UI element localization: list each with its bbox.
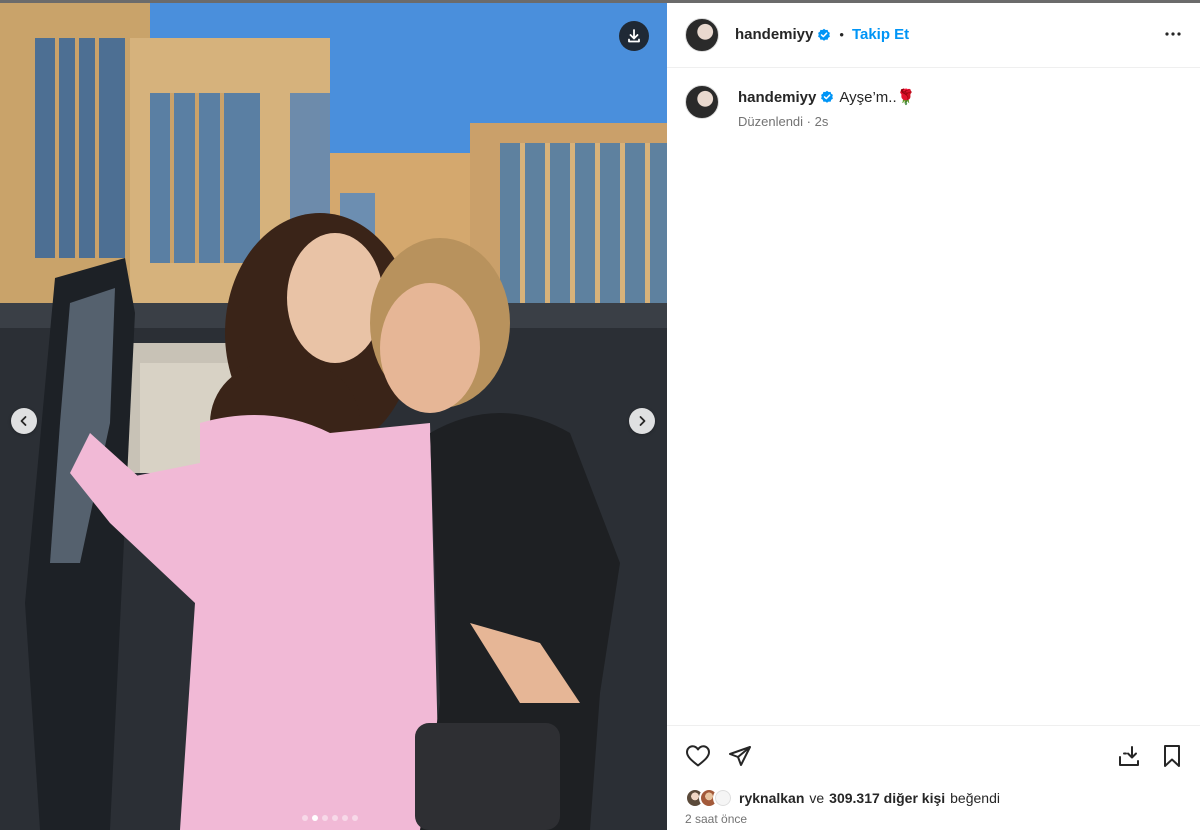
edited-label: Düzenlendi (738, 114, 804, 129)
post-media[interactable] (0, 3, 667, 830)
carousel-dot (302, 815, 308, 821)
caption-text: Ayşe’m..🌹 (839, 89, 916, 106)
other-likers-count[interactable]: 309.317 diğer kişi (829, 790, 945, 806)
carousel-dot (322, 815, 328, 821)
post-header: handemiyy • Takip Et (667, 3, 1200, 68)
liker-avatar (713, 788, 733, 808)
post-side-panel: handemiyy • Takip Et handemiyy Ayşe’m..🌹… (667, 3, 1200, 830)
share-button[interactable] (728, 744, 752, 773)
download-button[interactable] (619, 21, 649, 51)
caption-meta: Düzenlendi · 2s (738, 114, 828, 129)
carousel-dot (342, 815, 348, 821)
save-download-icon (1119, 746, 1139, 766)
likes-connector: ve (809, 790, 825, 806)
more-options-icon (1165, 32, 1181, 36)
author-avatar[interactable] (685, 18, 719, 52)
carousel-prev-button[interactable] (11, 408, 37, 434)
post-actions: ryknalkan ve 309.317 diğer kişi beğendi … (667, 725, 1200, 830)
caption-author-avatar[interactable] (685, 85, 719, 119)
like-button[interactable] (685, 744, 711, 773)
chevron-right-icon (639, 416, 646, 426)
carousel-dot (332, 815, 338, 821)
save-button[interactable] (1161, 744, 1183, 773)
more-options-button[interactable] (1164, 25, 1182, 48)
share-icon (729, 746, 751, 766)
caption-age[interactable]: 2s (815, 114, 829, 129)
download-icon (628, 29, 640, 43)
carousel-next-button[interactable] (629, 408, 655, 434)
author-username[interactable]: handemiyy (735, 26, 813, 43)
header-separator: • (839, 27, 844, 42)
post-timestamp[interactable]: 2 saat önce (685, 812, 747, 826)
likes-summary[interactable]: ryknalkan ve 309.317 diğer kişi beğendi (685, 788, 1005, 808)
liker-avatars (685, 788, 733, 808)
bookmark-icon (1164, 745, 1180, 767)
chevron-left-icon (20, 416, 27, 426)
follow-button[interactable]: Takip Et (852, 26, 909, 43)
post-photo (0, 3, 667, 830)
save-to-device-button[interactable] (1117, 744, 1141, 773)
carousel-indicator (302, 815, 358, 821)
verified-badge-icon (818, 28, 831, 41)
heart-icon (686, 745, 710, 767)
carousel-dot (312, 815, 318, 821)
verified-badge-icon (821, 90, 834, 103)
likes-suffix: beğendi (950, 790, 1000, 806)
meta-separator: · (806, 114, 812, 129)
caption-username[interactable]: handemiyy (738, 89, 816, 106)
first-liker-username[interactable]: ryknalkan (739, 790, 804, 806)
carousel-dot (352, 815, 358, 821)
